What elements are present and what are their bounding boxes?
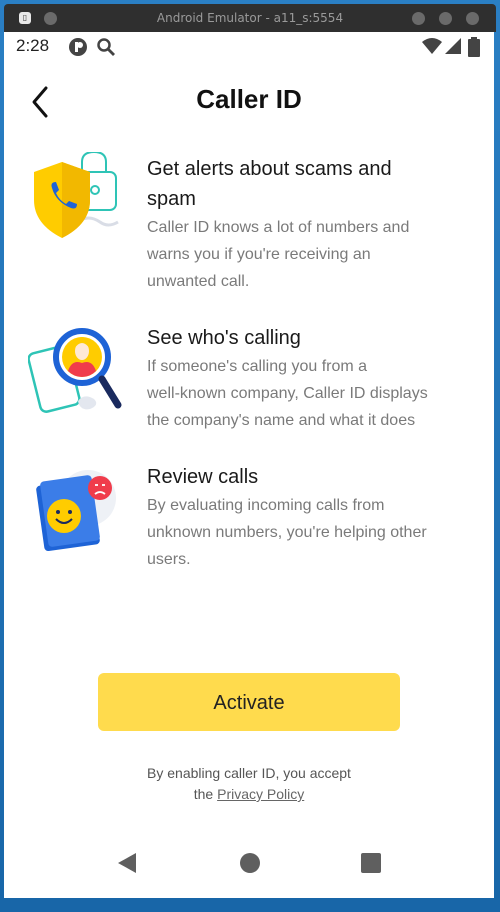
rating-faces-icon <box>36 470 116 552</box>
android-nav-bar <box>4 838 494 888</box>
consent-text: By enabling caller ID, you accept the Pr… <box>147 765 351 802</box>
emulator-titlebar: ▯ Android Emulator - a11_s:5554 <box>4 4 496 32</box>
wifi-icon <box>422 38 442 54</box>
maximize-icon[interactable] <box>439 12 452 25</box>
search-icon <box>97 38 115 56</box>
emulator-frame: ▯ Android Emulator - a11_s:5554 2:28 Cal… <box>0 0 500 912</box>
signal-icon <box>445 38 461 54</box>
feature-description: If someone's calling you from a well-kno… <box>147 358 428 429</box>
nav-recents-icon[interactable] <box>360 852 382 874</box>
feature-title: Review calls <box>147 466 259 488</box>
status-bar: 2:28 <box>4 32 494 60</box>
app-header: Caller ID <box>4 72 494 132</box>
feature-title: Get alerts about scams and spam <box>147 158 392 210</box>
minimize-icon[interactable] <box>412 12 425 25</box>
privacy-policy-link[interactable]: Privacy Policy <box>217 786 304 802</box>
feature-description: Caller ID knows a lot of numbers and war… <box>147 219 410 290</box>
shield-phone-icon <box>34 152 119 238</box>
magnifier-person-icon <box>28 328 122 413</box>
battery-icon <box>468 37 480 57</box>
feature-title: See who's calling <box>147 327 301 349</box>
notification-app-icon <box>69 38 87 56</box>
activate-button[interactable]: Activate <box>98 673 400 731</box>
nav-back-icon[interactable] <box>116 852 138 874</box>
page-title: Caller ID <box>196 84 302 114</box>
phone-screen: 2:28 Caller ID Get alerts about scams an… <box>4 32 494 898</box>
feature-description: By evaluating incoming calls from unknow… <box>147 497 427 568</box>
status-time: 2:28 <box>16 36 50 55</box>
close-icon[interactable] <box>466 12 479 25</box>
nav-home-icon[interactable] <box>239 852 261 874</box>
